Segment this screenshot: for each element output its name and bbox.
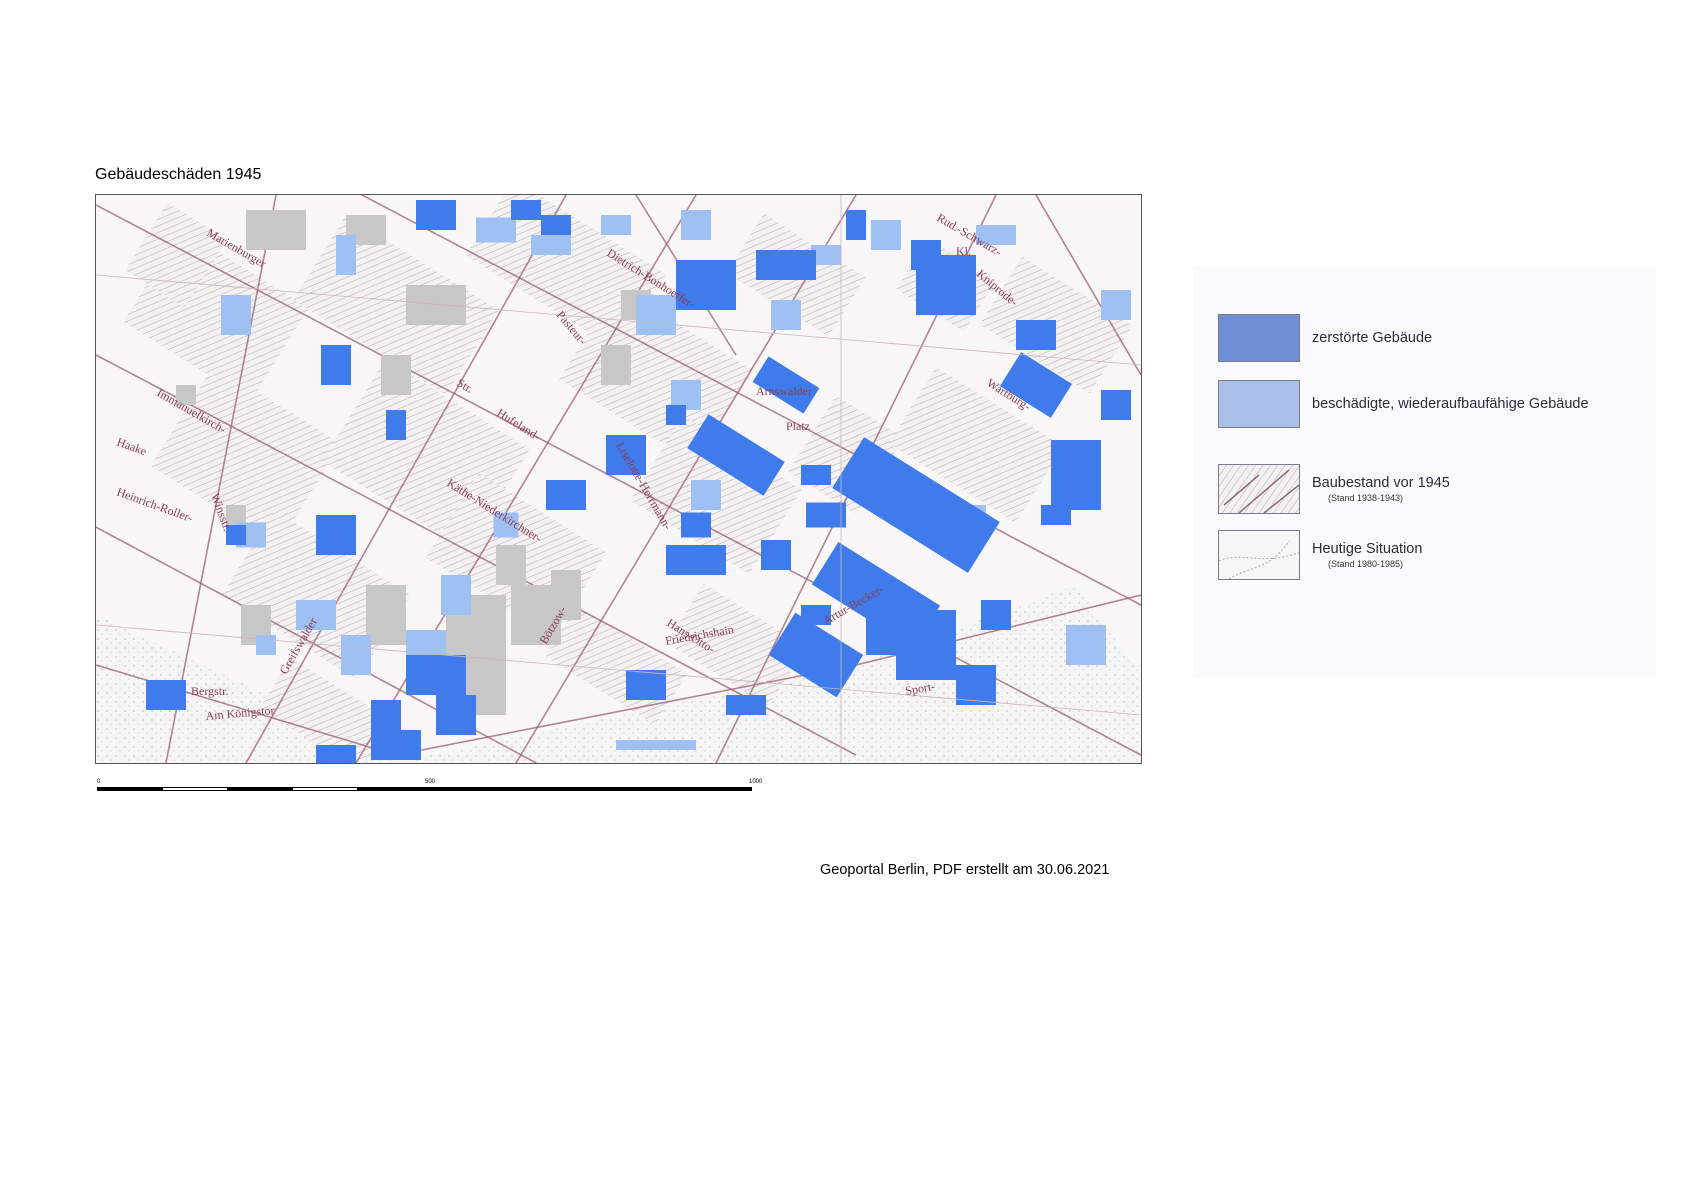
destroyed-building xyxy=(1101,390,1131,420)
damaged-building xyxy=(616,740,696,750)
legend-today: Heutige Situation (Stand 1980-1985) xyxy=(1218,530,1422,580)
pre1945-building xyxy=(381,355,411,395)
legend-before-1945-label: Baubestand vor 1945 xyxy=(1312,475,1450,491)
damaged-building xyxy=(601,215,631,235)
street-label: Kl. xyxy=(956,244,971,258)
destroyed-building xyxy=(756,250,816,280)
destroyed-building xyxy=(416,200,456,230)
before-1945-swatch xyxy=(1218,464,1300,514)
damaged-building xyxy=(871,220,901,250)
legend-before-1945: Baubestand vor 1945 (Stand 1938-1943) xyxy=(1218,464,1450,514)
street-label: Platz xyxy=(786,419,810,433)
destroyed-building xyxy=(1051,440,1101,510)
damaged-building xyxy=(341,635,371,675)
scale-tick-1000: 1000 xyxy=(749,779,763,785)
legend-before-1945-sub: (Stand 1938-1943) xyxy=(1328,493,1404,503)
destroyed-building xyxy=(866,615,906,655)
destroyed-building xyxy=(386,410,406,440)
destroyed-building xyxy=(371,700,401,730)
destroyed-building xyxy=(666,545,726,575)
legend-damaged-label: beschädigte, wiederaufbaufähige Gebäude xyxy=(1312,396,1589,412)
scale-tick-0: 0 xyxy=(97,779,101,785)
destroyed-building xyxy=(511,200,541,220)
damaged-building xyxy=(221,295,251,335)
damaged-building xyxy=(476,217,516,243)
pre1945-building xyxy=(246,210,306,250)
map-title: Gebäudeschäden 1945 xyxy=(95,166,262,183)
destroyed-building xyxy=(666,405,686,425)
street-label: Arnswalder xyxy=(756,384,812,398)
legend-destroyed: zerstörte Gebäude xyxy=(1218,314,1432,362)
destroyed-building xyxy=(541,215,571,235)
scale-bar: 0 500 1000 xyxy=(95,776,775,806)
destroyed-building xyxy=(406,655,466,695)
destroyed-building xyxy=(726,695,766,715)
destroyed-building xyxy=(546,480,586,510)
legend-damaged: beschädigte, wiederaufbaufähige Gebäude xyxy=(1218,380,1589,428)
pre1945-building xyxy=(366,585,406,645)
destroyed-building xyxy=(371,730,421,760)
destroyed-building xyxy=(1016,320,1056,350)
map-canvas: MarienburgerStr.Immanuelkirch-HaakeHeinr… xyxy=(96,195,1141,763)
destroyed-building xyxy=(911,240,941,270)
legend: zerstörte Gebäude beschädigte, wiederauf… xyxy=(1193,267,1656,677)
damaged-building xyxy=(771,300,801,330)
damaged-building xyxy=(256,635,276,655)
pre1945-building xyxy=(496,545,526,585)
legend-today-label: Heutige Situation xyxy=(1312,541,1423,557)
destroyed-building xyxy=(846,210,866,240)
destroyed-building xyxy=(316,515,336,535)
destroyed-building xyxy=(801,465,831,485)
footer-credit: Geoportal Berlin, PDF erstellt am 30.06.… xyxy=(820,862,1110,878)
scale-tick-500: 500 xyxy=(425,779,436,785)
destroyed-building xyxy=(626,670,666,700)
destroyed-building xyxy=(436,695,476,735)
damaged-building xyxy=(681,210,711,240)
destroyed-building xyxy=(146,680,186,710)
street-label: Bergstr. xyxy=(191,684,228,698)
map-view[interactable]: Marienburger Str. Immanuelkirch- Haake Heinr… xyxy=(95,194,1142,764)
destroyed-building xyxy=(806,502,846,528)
legend-today-sub: (Stand 1980-1985) xyxy=(1328,559,1404,569)
damaged-building xyxy=(1101,290,1131,320)
damaged-building xyxy=(1066,625,1106,665)
damaged-building xyxy=(636,295,676,335)
damaged-building xyxy=(336,235,356,275)
damaged-swatch xyxy=(1218,380,1300,428)
destroyed-building xyxy=(681,512,711,538)
legend-destroyed-label: zerstörte Gebäude xyxy=(1312,330,1433,346)
damaged-building xyxy=(691,480,721,510)
today-swatch xyxy=(1218,530,1300,580)
destroyed-building xyxy=(316,745,356,763)
damaged-building xyxy=(531,235,571,255)
destroyed-building xyxy=(761,540,791,570)
destroyed-building xyxy=(321,345,351,385)
destroyed-building xyxy=(1041,505,1071,525)
pre1945-building xyxy=(601,345,631,385)
destroyed-building xyxy=(956,665,996,705)
damaged-building xyxy=(441,575,471,615)
destroyed-swatch xyxy=(1218,314,1300,362)
pre1945-building xyxy=(406,285,466,325)
destroyed-building xyxy=(981,600,1011,630)
